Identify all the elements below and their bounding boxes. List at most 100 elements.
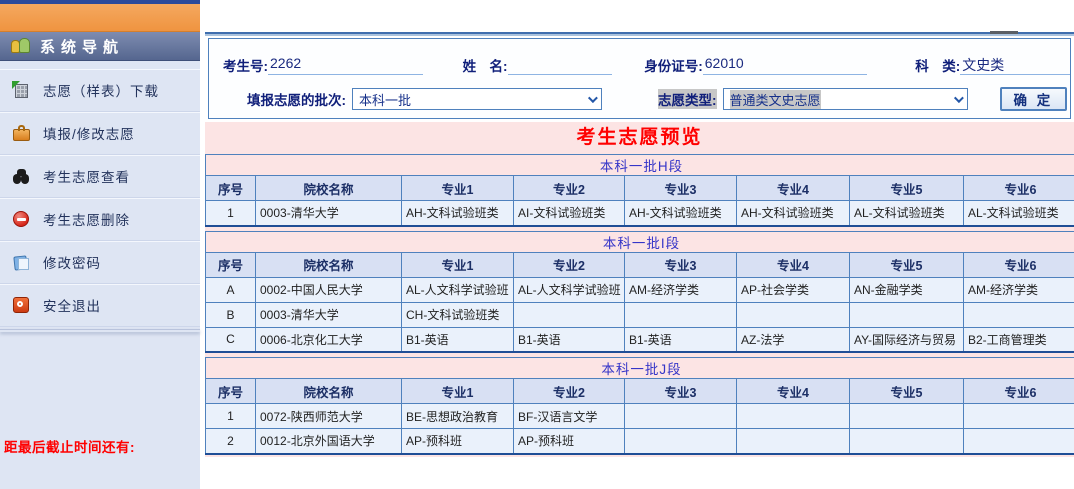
confirm-button[interactable]: 确 定 (1000, 87, 1068, 111)
major-cell: AL-文科试验班类 (964, 201, 1074, 226)
column-header: 专业4 (737, 379, 850, 404)
id-number-input[interactable]: 62010 (703, 55, 868, 75)
column-header: 专业5 (850, 252, 964, 277)
major-cell (625, 302, 737, 327)
column-header: 序号 (206, 176, 256, 201)
major-cell: CH-文科试验班类 (402, 302, 514, 327)
download-sheet-icon (12, 81, 31, 100)
column-header: 专业6 (964, 379, 1074, 404)
chevron-down-icon (953, 93, 963, 103)
preview-table-1: 本科一批I段序号院校名称专业1专业2专业3专业4专业5专业6A0002-中国人民… (205, 231, 1074, 354)
column-header: 专业5 (850, 176, 964, 201)
briefcase-icon (12, 124, 31, 143)
column-header: 专业2 (514, 176, 625, 201)
section-title: 本科一批J段 (206, 358, 1074, 379)
delete-icon (12, 210, 31, 229)
id-number-label: 身份证号: (644, 55, 703, 75)
major-cell: AH-文科试验班类 (402, 201, 514, 226)
sidebar-header-title: 系统导航 (40, 36, 124, 57)
sidebar-item-3[interactable]: 考生志愿删除 (0, 198, 200, 241)
major-cell (850, 429, 964, 454)
table-row: 10072-陕西师范大学BE-思想政治教育BF-汉语言文学 (206, 404, 1074, 429)
column-header: 专业1 (402, 252, 514, 277)
college-cell: 0002-中国人民大学 (256, 277, 402, 302)
major-cell: AZ-法学 (737, 327, 850, 352)
subject-category-label: 科 类: (915, 55, 960, 75)
major-cell: AM-经济学类 (625, 277, 737, 302)
college-cell: 0003-清华大学 (256, 201, 402, 226)
major-cell: AI-文科试验班类 (514, 201, 625, 226)
major-cell: BE-思想政治教育 (402, 404, 514, 429)
column-header: 专业4 (737, 176, 850, 201)
major-cell (737, 404, 850, 429)
column-header: 专业2 (514, 252, 625, 277)
column-header: 专业1 (402, 176, 514, 201)
sidebar-item-0[interactable]: 志愿（样表）下载 (0, 69, 200, 112)
column-header: 专业3 (625, 176, 737, 201)
major-cell: AN-金融学类 (850, 277, 964, 302)
column-header: 序号 (206, 379, 256, 404)
major-cell (625, 404, 737, 429)
preview-tables: 本科一批H段序号院校名称专业1专业2专业3专业4专业5专业610003-清华大学… (205, 154, 1074, 455)
column-header: 专业2 (514, 379, 625, 404)
sidebar-item-1[interactable]: 填报/修改志愿 (0, 112, 200, 155)
name-input[interactable] (508, 55, 613, 75)
major-cell (964, 429, 1074, 454)
preview-table-0: 本科一批H段序号院校名称专业1专业2专业3专业4专业5专业610003-清华大学… (205, 154, 1074, 227)
sidebar-orange-banner (0, 4, 200, 32)
column-header: 序号 (206, 252, 256, 277)
sidebar-item-4[interactable]: 修改密码 (0, 241, 200, 284)
wish-type-select[interactable]: 普通类文史志愿 (723, 88, 968, 110)
deadline-countdown-label: 距最后截止时间还有: (4, 436, 135, 456)
major-cell: AP-预科班 (402, 429, 514, 454)
college-cell: 0012-北京外国语大学 (256, 429, 402, 454)
column-header: 专业6 (964, 252, 1074, 277)
chevron-down-icon (588, 93, 598, 103)
batch-select-row: 填报志愿的批次: 本科一批 志愿类型: 普通类文史志愿 确 定 (209, 87, 1070, 111)
sidebar-item-label: 志愿（样表）下载 (43, 80, 159, 100)
preview-title: 考生志愿预览 (205, 122, 1074, 154)
top-separator-line (205, 32, 1074, 36)
subject-category-input[interactable]: 文史类 (960, 55, 1070, 75)
major-cell (625, 429, 737, 454)
major-cell (964, 302, 1074, 327)
exam-no-label: 考生号: (223, 55, 268, 75)
batch-label: 填报志愿的批次: (247, 89, 346, 109)
candidate-info-row: 考生号: 2262 姓 名: 身份证号: 62010 科 类: 文史类 (209, 51, 1070, 75)
serial-cell: A (206, 277, 256, 302)
table-row: C0006-北京化工大学B1-英语B1-英语B1-英语AZ-法学AY-国际经济与… (206, 327, 1074, 352)
sidebar: 系统导航 志愿（样表）下载填报/修改志愿考生志愿查看考生志愿删除修改密码安全退出… (0, 0, 200, 489)
major-cell: BF-汉语言文学 (514, 404, 625, 429)
table-row: 10003-清华大学AH-文科试验班类AI-文科试验班类AH-文科试验班类AH-… (206, 201, 1074, 226)
column-header: 院校名称 (256, 252, 402, 277)
column-header: 专业4 (737, 252, 850, 277)
major-cell (964, 404, 1074, 429)
candidate-info-panel: 考生号: 2262 姓 名: 身份证号: 62010 科 类: 文史类 填报志愿… (208, 38, 1071, 119)
major-cell: B1-英语 (402, 327, 514, 352)
column-header: 专业6 (964, 176, 1074, 201)
wish-preview-panel: 考生志愿预览 本科一批H段序号院校名称专业1专业2专业3专业4专业5专业6100… (205, 122, 1074, 457)
sidebar-item-label: 填报/修改志愿 (43, 123, 135, 143)
college-cell: 0006-北京化工大学 (256, 327, 402, 352)
exam-no-input[interactable]: 2262 (268, 55, 423, 75)
sidebar-item-label: 考生志愿查看 (43, 166, 130, 186)
batch-select[interactable]: 本科一批 (352, 88, 602, 110)
serial-cell: 1 (206, 201, 256, 226)
major-cell: B1-英语 (514, 327, 625, 352)
sidebar-item-2[interactable]: 考生志愿查看 (0, 155, 200, 198)
sidebar-header: 系统导航 (0, 32, 200, 61)
name-label: 姓 名: (463, 55, 508, 75)
major-cell (850, 404, 964, 429)
system-nav-icon (10, 37, 32, 55)
table-row: 20012-北京外国语大学AP-预科班AP-预科班 (206, 429, 1074, 454)
major-cell: AH-文科试验班类 (737, 201, 850, 226)
sidebar-menu: 志愿（样表）下载填报/修改志愿考生志愿查看考生志愿删除修改密码安全退出 (0, 61, 200, 327)
exit-icon (12, 296, 31, 315)
major-cell: AH-文科试验班类 (625, 201, 737, 226)
college-cell: 0003-清华大学 (256, 302, 402, 327)
major-cell (850, 302, 964, 327)
major-cell: AL-人文科学试验班 (402, 277, 514, 302)
column-header: 专业5 (850, 379, 964, 404)
sidebar-item-5[interactable]: 安全退出 (0, 284, 200, 327)
major-cell: AL-人文科学试验班 (514, 277, 625, 302)
